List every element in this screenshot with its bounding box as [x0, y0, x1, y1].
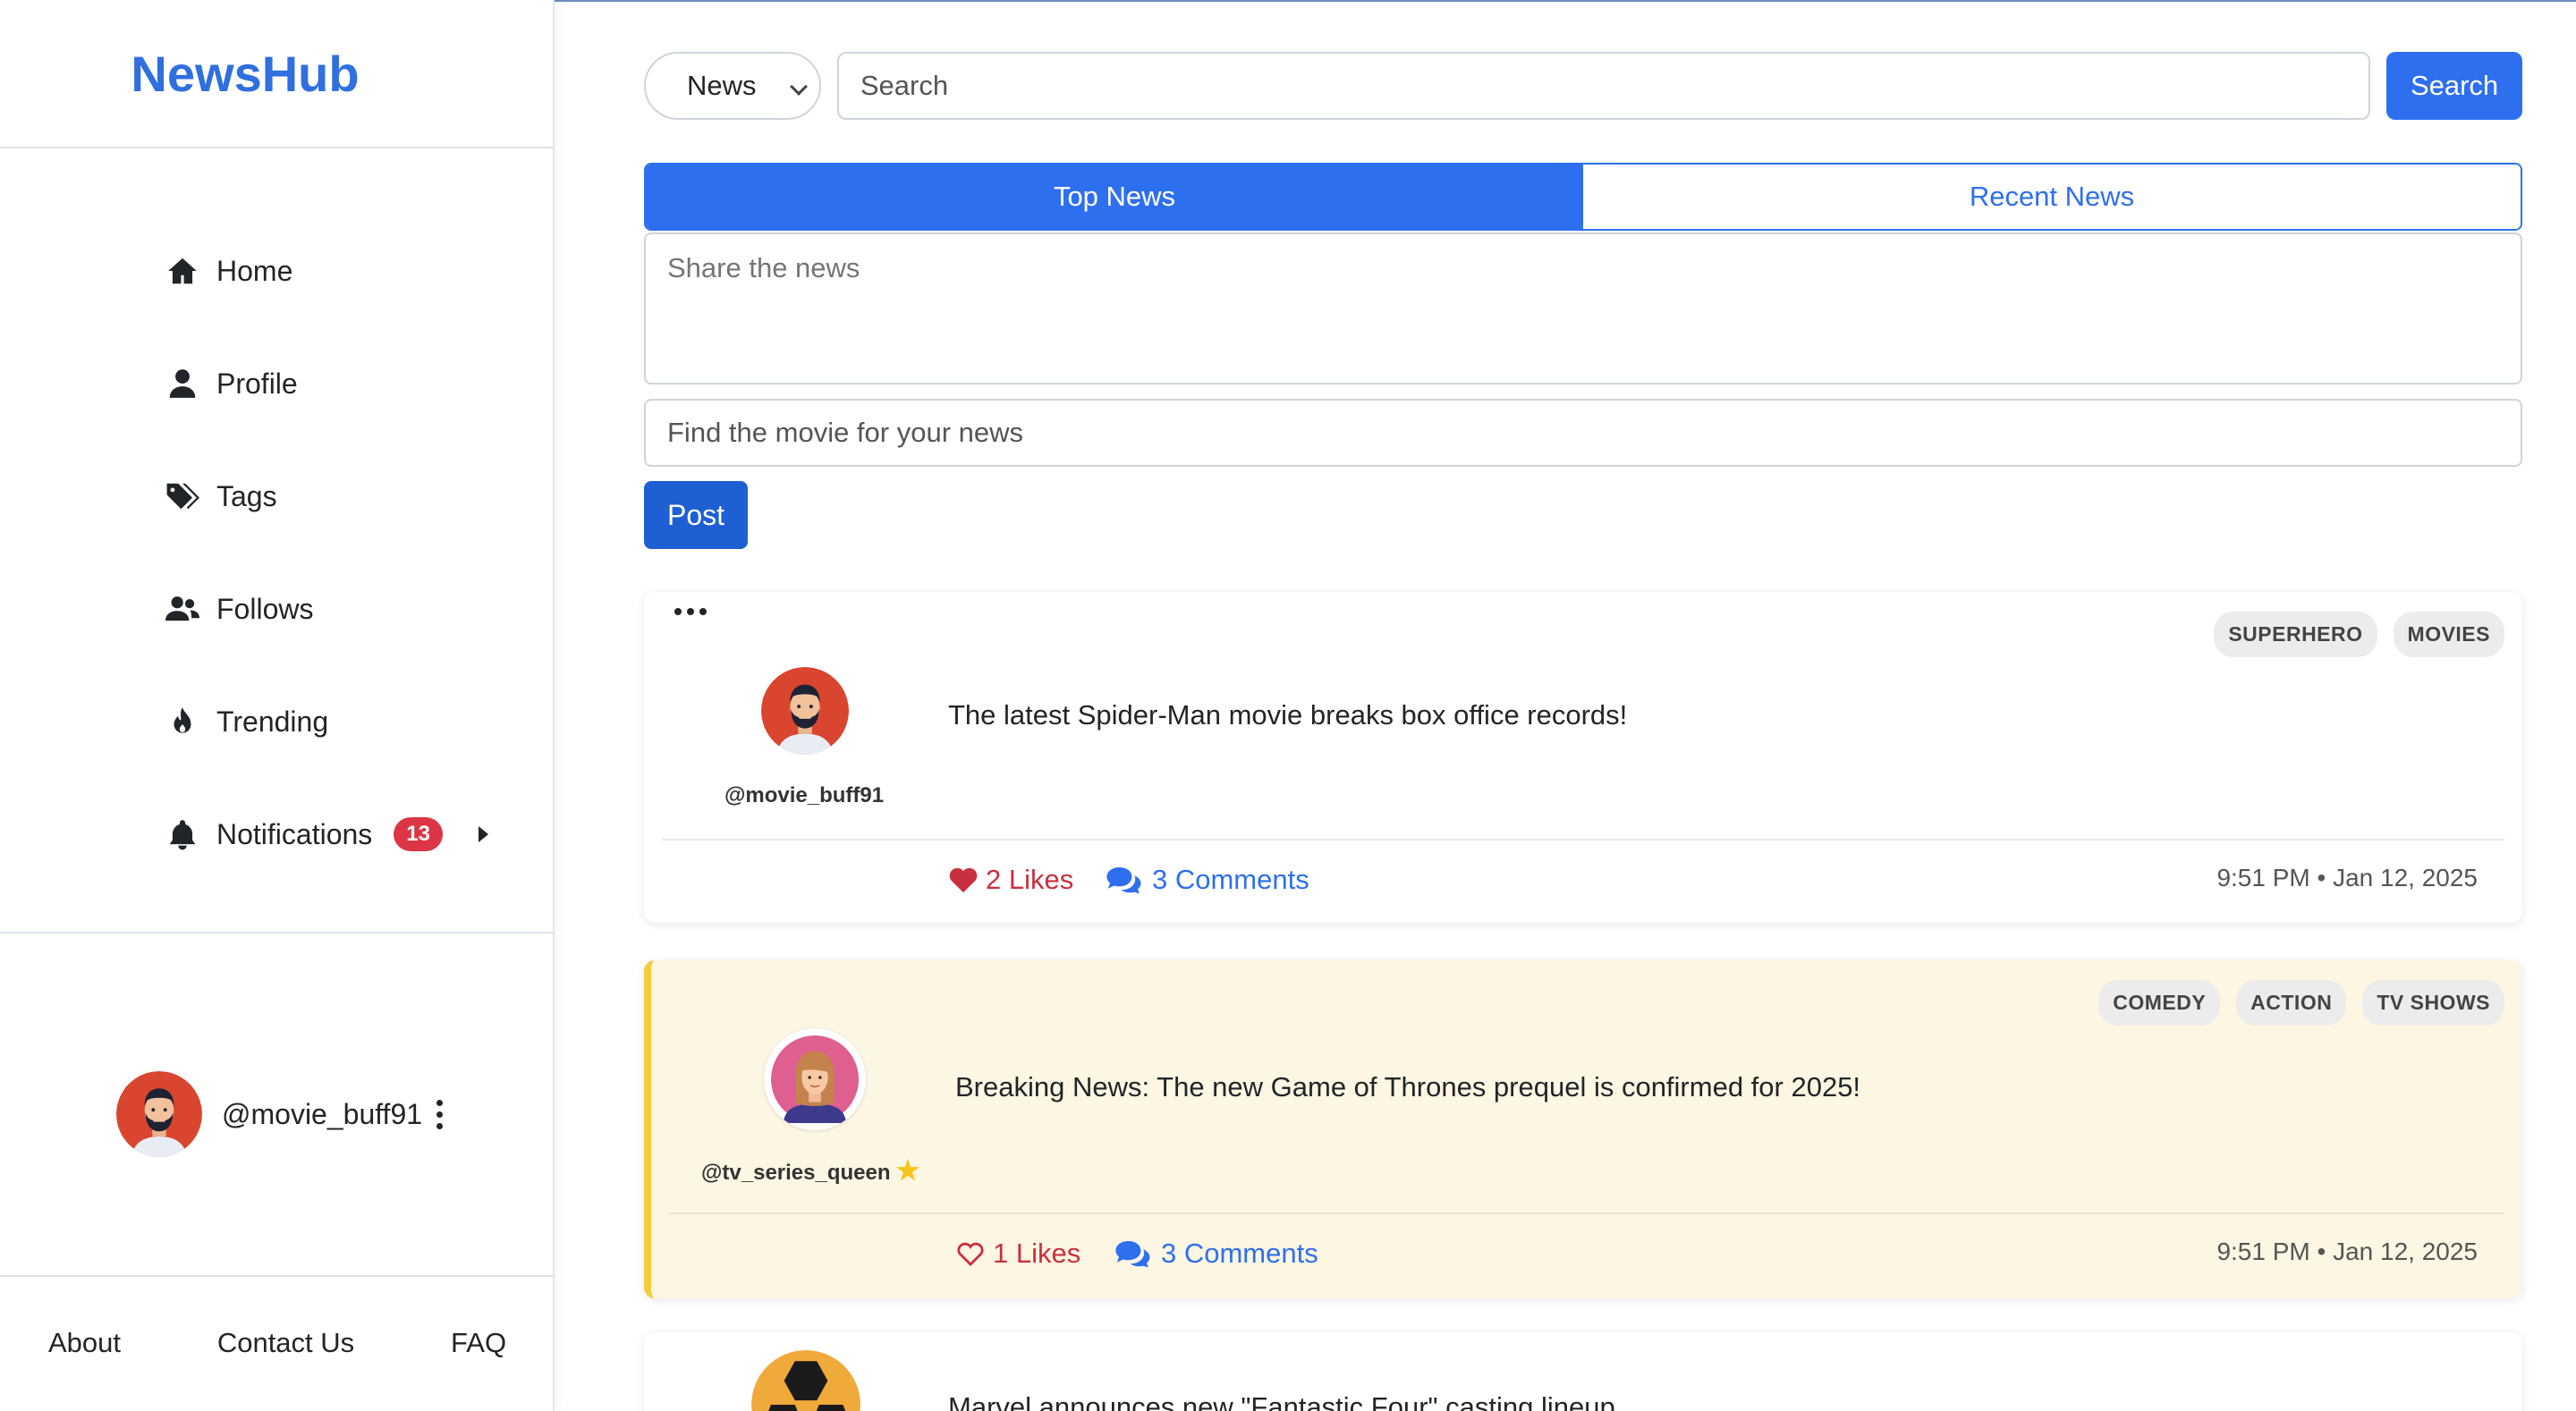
category-select[interactable]: News — [644, 52, 821, 120]
post-options-icon[interactable] — [674, 608, 707, 615]
heart-outline-icon — [957, 1242, 984, 1267]
comments-count: 3 Comments — [1152, 864, 1309, 895]
post-divider — [669, 1212, 2504, 1214]
post-author-handle[interactable]: @movie_buff91 — [724, 783, 884, 808]
post-timestamp: 9:51 PM • Jan 12, 2025 — [2216, 864, 2478, 891]
post-text: Marvel announces new "Fantastic Four" ca… — [948, 1391, 1615, 1411]
current-user-handle[interactable]: @movie_buff91 — [222, 1098, 422, 1131]
post-author-handle[interactable]: @tv_series_queen ★ — [701, 1155, 919, 1187]
caret-right-icon[interactable] — [479, 826, 488, 842]
sidebar-item-label: Tags — [216, 479, 277, 512]
tag-chip[interactable]: MOVIES — [2393, 612, 2504, 657]
sidebar-item-label: Follows — [216, 592, 314, 625]
news-post-card: SUPERHERO MOVIES @movie_buff91 The lates… — [644, 592, 2522, 923]
comments-icon — [1115, 1241, 1150, 1268]
news-post-card: Marvel announces new "Fantastic Four" ca… — [644, 1332, 2522, 1411]
post-tags: COMEDY ACTION TV SHOWS — [2098, 980, 2504, 1026]
sidebar-item-label: Trending — [216, 705, 329, 738]
tag-chip[interactable]: COMEDY — [2098, 980, 2221, 1026]
like-button[interactable]: 1 Likes — [955, 1238, 1080, 1270]
home-icon — [165, 253, 200, 289]
comments-button[interactable]: 3 Comments — [1114, 1238, 1318, 1270]
sidebar-item-tags[interactable]: Tags — [165, 440, 488, 553]
share-news-textarea[interactable] — [644, 232, 2522, 384]
sidebar-item-label: Profile — [216, 367, 298, 400]
sidebar-item-label: Notifications — [216, 817, 373, 850]
sidebar-item-home[interactable]: Home — [165, 215, 488, 327]
user-menu-kebab-icon[interactable] — [436, 1099, 444, 1129]
sidebar-divider — [0, 932, 555, 934]
sidebar-nav: Home Profile Tags Follows Trending Notif… — [165, 215, 488, 891]
sidebar-footer: About Contact Us FAQ — [0, 1275, 555, 1411]
avatar[interactable] — [116, 1071, 202, 1157]
sidebar-item-notifications[interactable]: Notifications 13 — [165, 778, 488, 891]
notification-count-badge: 13 — [394, 817, 443, 851]
brand-header: NewsHub — [0, 0, 555, 148]
search-button[interactable]: Search — [2386, 52, 2522, 120]
bell-icon — [165, 816, 200, 852]
fire-icon — [165, 704, 200, 739]
brand-logo-text[interactable]: NewsHub — [131, 45, 359, 103]
search-bar: News Search — [644, 52, 2522, 120]
tag-chip[interactable]: TV SHOWS — [2362, 980, 2504, 1026]
comments-icon — [1106, 867, 1141, 894]
comments-count: 3 Comments — [1161, 1238, 1318, 1269]
sidebar-item-follows[interactable]: Follows — [165, 553, 488, 665]
post-text: Breaking News: The new Game of Thrones p… — [955, 1071, 1861, 1103]
tags-icon — [165, 478, 200, 514]
sidebar-item-trending[interactable]: Trending — [165, 665, 488, 778]
sidebar-item-profile[interactable]: Profile — [165, 327, 488, 440]
search-input[interactable] — [836, 52, 2371, 120]
heart-filled-icon — [949, 867, 978, 893]
avatar[interactable] — [761, 667, 849, 755]
sidebar: NewsHub Home Profile Tags Follows Trendi… — [0, 0, 555, 1411]
current-user[interactable]: @movie_buff91 — [116, 1071, 444, 1157]
contact-us-link[interactable]: Contact Us — [217, 1327, 354, 1359]
tab-top-news[interactable]: Top News — [646, 165, 1583, 229]
tag-chip[interactable]: SUPERHERO — [2214, 612, 2377, 657]
tag-chip[interactable]: ACTION — [2236, 980, 2347, 1026]
post-button[interactable]: Post — [644, 481, 748, 549]
avatar[interactable] — [764, 1028, 866, 1130]
category-select-value: News — [687, 70, 757, 101]
post-timestamp: 9:51 PM • Jan 12, 2025 — [2216, 1238, 2478, 1265]
user-icon — [165, 366, 200, 401]
like-button[interactable]: 2 Likes — [948, 864, 1073, 896]
about-link[interactable]: About — [48, 1327, 121, 1359]
tab-recent-news[interactable]: Recent News — [1583, 165, 2521, 229]
movie-search-input[interactable] — [644, 399, 2522, 467]
post-text: The latest Spider-Man movie breaks box o… — [948, 699, 1628, 731]
avatar[interactable] — [751, 1350, 860, 1411]
likes-count: 1 Likes — [993, 1238, 1081, 1269]
sidebar-item-label: Home — [216, 254, 293, 287]
users-icon — [165, 591, 200, 627]
chevron-down-icon — [789, 78, 808, 96]
likes-count: 2 Likes — [986, 864, 1074, 895]
news-tabs: Top News Recent News — [644, 163, 2522, 231]
comments-button[interactable]: 3 Comments — [1106, 864, 1309, 896]
news-post-card-featured: COMEDY ACTION TV SHOWS @tv_series_queen ★… — [644, 960, 2522, 1298]
post-tags: SUPERHERO MOVIES — [2214, 612, 2504, 657]
star-icon: ★ — [895, 1156, 920, 1186]
faq-link[interactable]: FAQ — [451, 1327, 506, 1359]
post-divider — [662, 839, 2504, 841]
